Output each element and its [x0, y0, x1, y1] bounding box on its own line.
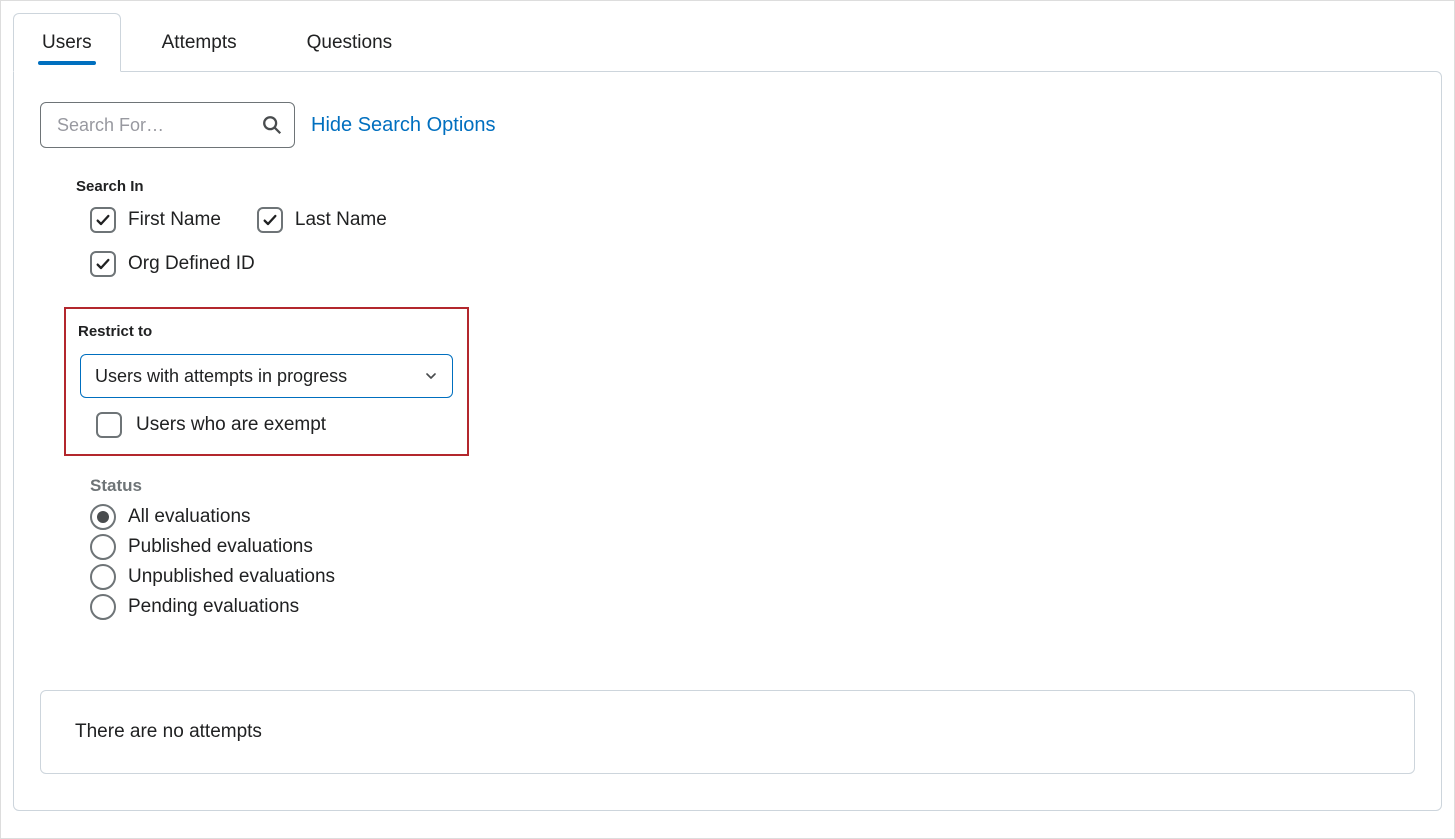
tab-users-label: Users [42, 32, 92, 53]
restrict-select-value: Users with attempts in progress [95, 366, 347, 387]
checkbox-first-name-box[interactable] [90, 207, 116, 233]
checkbox-users-exempt-box[interactable] [96, 412, 122, 438]
radio-pending-evaluations[interactable]: Pending evaluations [90, 594, 1415, 620]
checkbox-first-name[interactable]: First Name [90, 207, 221, 233]
checkbox-last-name-label: Last Name [295, 209, 387, 231]
checkbox-last-name-box[interactable] [257, 207, 283, 233]
empty-state-text: There are no attempts [75, 721, 262, 742]
restrict-select-wrap: Users with attempts in progress [80, 354, 453, 398]
chevron-down-icon [423, 368, 439, 384]
checkbox-org-id-label: Org Defined ID [128, 253, 255, 275]
radio-all-evaluations-input[interactable] [90, 504, 116, 530]
checkbox-users-exempt[interactable]: Users who are exempt [96, 412, 457, 438]
checkbox-users-exempt-label: Users who are exempt [136, 414, 326, 436]
search-input[interactable] [40, 102, 295, 148]
radio-pending-evaluations-label: Pending evaluations [128, 596, 299, 618]
tab-bar: Users Attempts Questions [13, 11, 1442, 71]
radio-all-evaluations-label: All evaluations [128, 506, 251, 528]
hide-search-options-link[interactable]: Hide Search Options [311, 114, 496, 137]
radio-unpublished-evaluations[interactable]: Unpublished evaluations [90, 564, 1415, 590]
page-container: Users Attempts Questions Hide Search Opt… [0, 0, 1455, 839]
restrict-to-label: Restrict to [78, 323, 457, 340]
tab-questions[interactable]: Questions [278, 13, 422, 71]
search-in-label: Search In [76, 178, 1415, 195]
radio-published-evaluations[interactable]: Published evaluations [90, 534, 1415, 560]
status-label: Status [90, 476, 1415, 496]
radio-pending-evaluations-input[interactable] [90, 594, 116, 620]
tab-attempts[interactable]: Attempts [133, 13, 266, 71]
status-section: Status All evaluations Published evaluat… [90, 476, 1415, 620]
empty-state: There are no attempts [40, 690, 1415, 774]
search-icon[interactable] [261, 114, 283, 136]
restrict-select[interactable]: Users with attempts in progress [80, 354, 453, 398]
search-wrap [40, 102, 295, 148]
search-in-row-2: Org Defined ID [90, 251, 1415, 277]
checkbox-last-name[interactable]: Last Name [257, 207, 387, 233]
search-row: Hide Search Options [40, 102, 1415, 148]
radio-unpublished-evaluations-input[interactable] [90, 564, 116, 590]
tab-users[interactable]: Users [13, 13, 121, 72]
radio-unpublished-evaluations-label: Unpublished evaluations [128, 566, 335, 588]
restrict-to-section: Restrict to Users with attempts in progr… [64, 307, 469, 456]
tab-questions-label: Questions [307, 32, 393, 53]
checkbox-org-id[interactable]: Org Defined ID [90, 251, 255, 277]
tab-panel: Hide Search Options Search In First Name… [13, 71, 1442, 811]
checkbox-first-name-label: First Name [128, 209, 221, 231]
radio-published-evaluations-input[interactable] [90, 534, 116, 560]
search-in-row-1: First Name Last Name [90, 207, 1415, 233]
checkbox-org-id-box[interactable] [90, 251, 116, 277]
tab-attempts-label: Attempts [162, 32, 237, 53]
radio-published-evaluations-label: Published evaluations [128, 536, 313, 558]
radio-all-evaluations[interactable]: All evaluations [90, 504, 1415, 530]
